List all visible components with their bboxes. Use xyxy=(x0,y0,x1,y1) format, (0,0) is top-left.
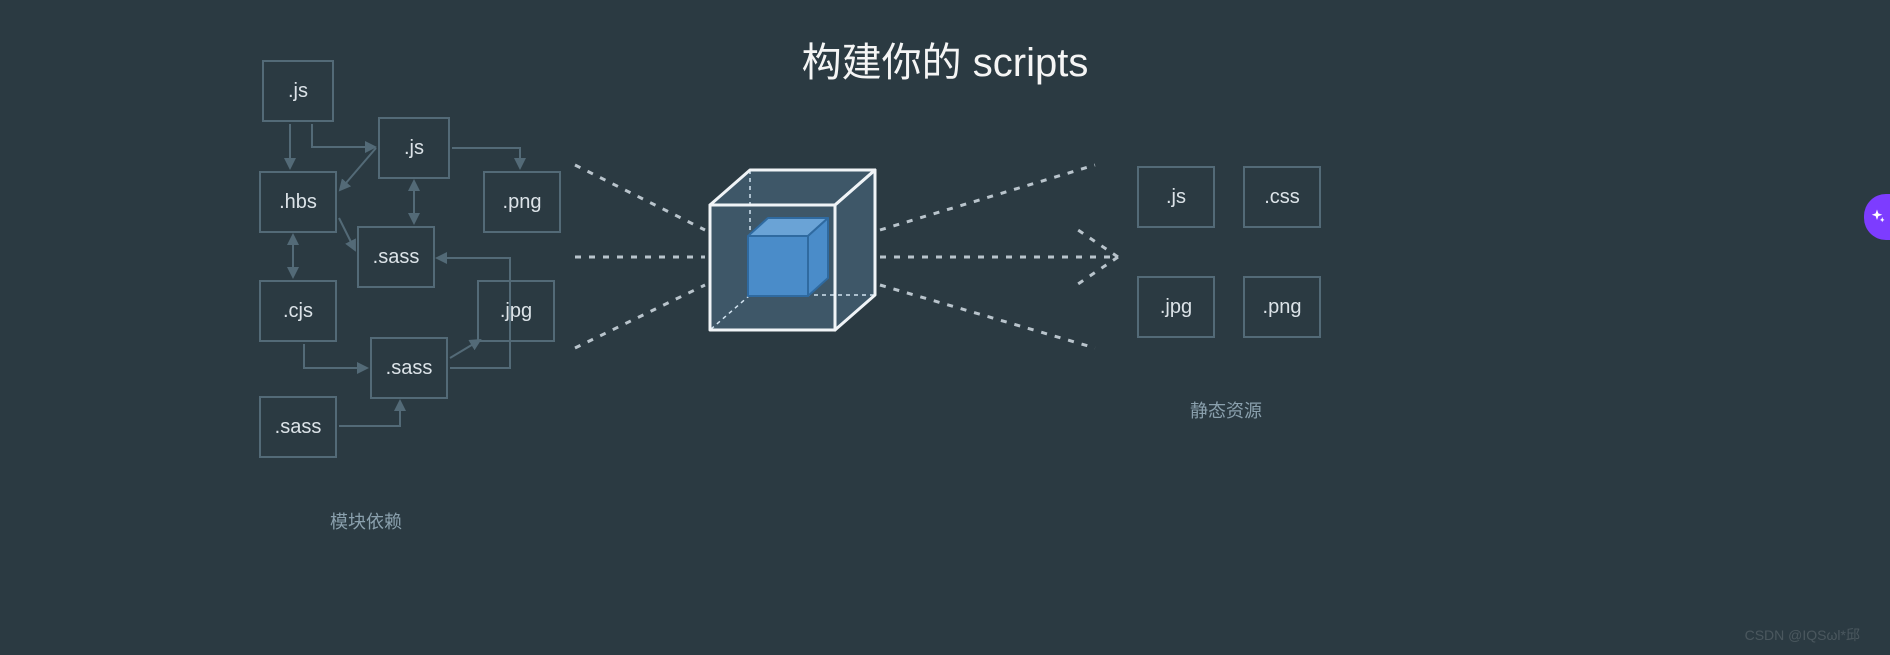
node-hbs: .hbs xyxy=(259,171,337,233)
sparkle-icon xyxy=(1868,208,1886,226)
output-js: .js xyxy=(1137,166,1215,228)
node-js: .js xyxy=(378,117,450,179)
output-css: .css xyxy=(1243,166,1321,228)
diagram-stage: .js .js .hbs .png .sass .cjs .jpg .sass … xyxy=(0,0,1890,655)
output-png: .png xyxy=(1243,276,1321,338)
watermark: CSDN @IQSωl*邱 xyxy=(1745,625,1860,645)
node-png: .png xyxy=(483,171,561,233)
right-section-label: 静态资源 xyxy=(1190,397,1262,423)
output-jpg: .jpg xyxy=(1137,276,1215,338)
node-cjs: .cjs xyxy=(259,280,337,342)
node-js-root: .js xyxy=(262,60,334,122)
left-section-label: 模块依赖 xyxy=(330,508,402,534)
node-sass1: .sass xyxy=(357,226,435,288)
node-sass2: .sass xyxy=(370,337,448,399)
node-jpg: .jpg xyxy=(477,280,555,342)
node-sass3: .sass xyxy=(259,396,337,458)
